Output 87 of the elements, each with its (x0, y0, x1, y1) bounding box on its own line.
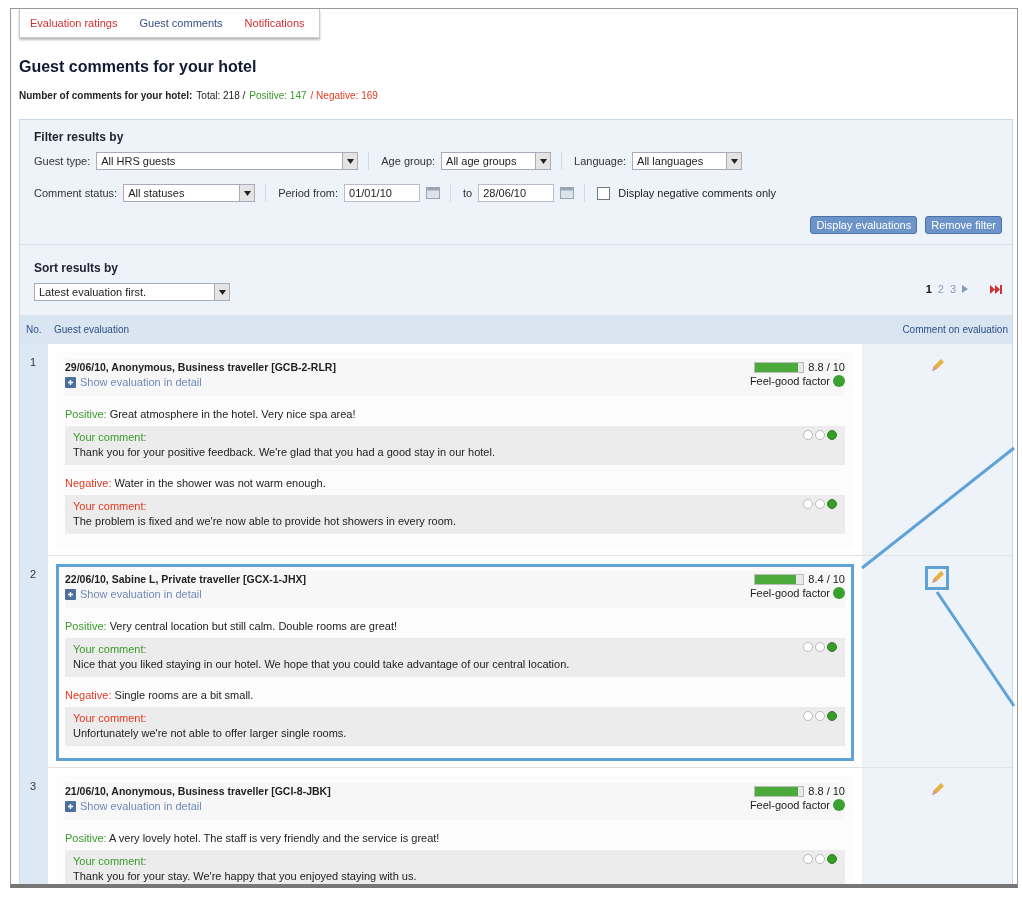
pencil-icon (929, 358, 945, 374)
status-radio[interactable] (803, 854, 813, 864)
review-text: Negative: Single rooms are a bit small. (65, 689, 255, 701)
field-label: Comment status: (34, 187, 118, 199)
calendar-icon[interactable] (426, 187, 441, 199)
dropdown[interactable]: All age groups (441, 152, 552, 170)
field-label: Guest type: (34, 155, 91, 167)
review-text: Positive: A very lovely hotel. The staff is very friendly and the service is great! (65, 832, 441, 844)
summary-label: Number of comments for your hotel: (19, 90, 193, 101)
status-radio[interactable] (815, 642, 825, 652)
evaluation-title: 21/06/10, Anonymous, Business traveller [GCI-8-JBK] (65, 785, 331, 797)
dropdown-caret-icon (218, 289, 226, 295)
reply-text: Thank you for your stay. We're happy that you enjoyed staying with us. (73, 870, 417, 882)
dropdown[interactable]: All statuses (123, 184, 256, 202)
review-text: Positive: Great atmosphere in the hotel. Very nice spa area! (65, 408, 357, 420)
pencil-icon (929, 782, 945, 798)
status-radio[interactable] (827, 499, 837, 509)
tab[interactable]: Notifications (244, 17, 305, 29)
score-value: 8.8 / 10 (808, 785, 845, 797)
section-title: Filter results by (34, 130, 125, 144)
status-radio[interactable] (827, 430, 837, 440)
field-label: to (463, 187, 473, 199)
status-radio[interactable] (803, 499, 813, 509)
dropdown-caret-icon (243, 190, 251, 196)
status-radio[interactable] (803, 642, 813, 652)
dropdown-caret-icon (346, 158, 354, 164)
status-radio[interactable] (815, 711, 825, 721)
factor-label: Feel-good factor (749, 799, 830, 811)
calendar-icon[interactable] (560, 187, 575, 199)
checkbox-label: Display negative comments only (618, 187, 776, 199)
date-field[interactable]: 28/06/10 (478, 184, 555, 202)
total-count: Total: 218 / (196, 90, 246, 101)
edit-button[interactable] (925, 566, 949, 590)
evaluation-title: 22/06/10, Sabine L, Private traveller [GCX-1-JHX] (65, 573, 307, 585)
dropdown-caret-icon (730, 158, 738, 164)
pencil-icon (929, 570, 945, 586)
reply-text: Unfortunately we're not able to offer larger single rooms. (73, 727, 347, 739)
dropdown[interactable]: All languages (632, 152, 743, 170)
reply-label: Your comment: (73, 643, 147, 655)
status-radio[interactable] (827, 711, 837, 721)
section-title: Sort results by (34, 261, 120, 275)
row-number: 3 (30, 780, 38, 792)
reply-label: Your comment: (73, 431, 147, 443)
reply-text: Nice that you liked staying in our hotel. We hope that you could take advantage of our central location. (73, 658, 570, 670)
reply-label: Your comment: (73, 500, 147, 512)
next-page-icon[interactable] (962, 285, 968, 293)
date-field[interactable]: 01/01/10 (344, 184, 421, 202)
score-value: 8.4 / 10 (808, 573, 845, 585)
sort-dropdown[interactable]: Latest evaluation first. (34, 283, 230, 301)
last-page-icon[interactable] (990, 284, 1002, 294)
review-text: Negative: Water in the shower was not warm enough. (65, 477, 327, 489)
field-label: Age group: (381, 155, 436, 167)
reply-label: Your comment: (73, 855, 147, 867)
field-label: Period from: (278, 187, 339, 199)
status-radio[interactable] (803, 430, 813, 440)
tab[interactable]: Evaluation ratings (30, 17, 118, 29)
dropdown[interactable]: All HRS guests (96, 152, 359, 170)
evaluation-title: 29/06/10, Anonymous, Business traveller [GCB-2-RLR] (65, 361, 336, 373)
negative-count: / Negative: 169 (310, 90, 378, 101)
positive-count: Positive: 147 (249, 90, 307, 101)
factor-label: Feel-good factor (749, 587, 830, 599)
page-link[interactable]: 1 (925, 283, 932, 295)
review-text: Positive: Very central location but still calm. Double rooms are great! (65, 620, 398, 632)
column-header: Comment on evaluation (901, 324, 1009, 335)
status-radio[interactable] (815, 499, 825, 509)
status-radio[interactable] (803, 711, 813, 721)
factor-label: Feel-good factor (749, 375, 830, 387)
dropdown-caret-icon (539, 158, 547, 164)
page-title: Guest comments for your hotel (19, 58, 258, 76)
column-header: No. (25, 324, 43, 335)
column-header: Guest evaluation (53, 324, 131, 335)
reply-text: Thank you for your positive feedback. We're glad that you had a good stay in our hotel. (73, 446, 495, 458)
status-dot-icon (833, 799, 845, 811)
reply-label: Your comment: (73, 712, 147, 724)
status-dot-icon (833, 375, 845, 387)
reply-text: The problem is fixed and we're now able to provide hot showers in every room. (73, 515, 456, 527)
status-dot-icon (833, 587, 845, 599)
status-radio[interactable] (815, 854, 825, 864)
row-number: 2 (30, 568, 38, 580)
checkbox[interactable] (597, 186, 611, 200)
status-radio[interactable] (815, 430, 825, 440)
tab[interactable]: Guest comments (139, 17, 223, 29)
status-radio[interactable] (827, 854, 837, 864)
field-label: Language: (574, 155, 627, 167)
row-number: 1 (30, 356, 38, 368)
status-radio[interactable] (827, 642, 837, 652)
score-value: 8.8 / 10 (808, 361, 845, 373)
